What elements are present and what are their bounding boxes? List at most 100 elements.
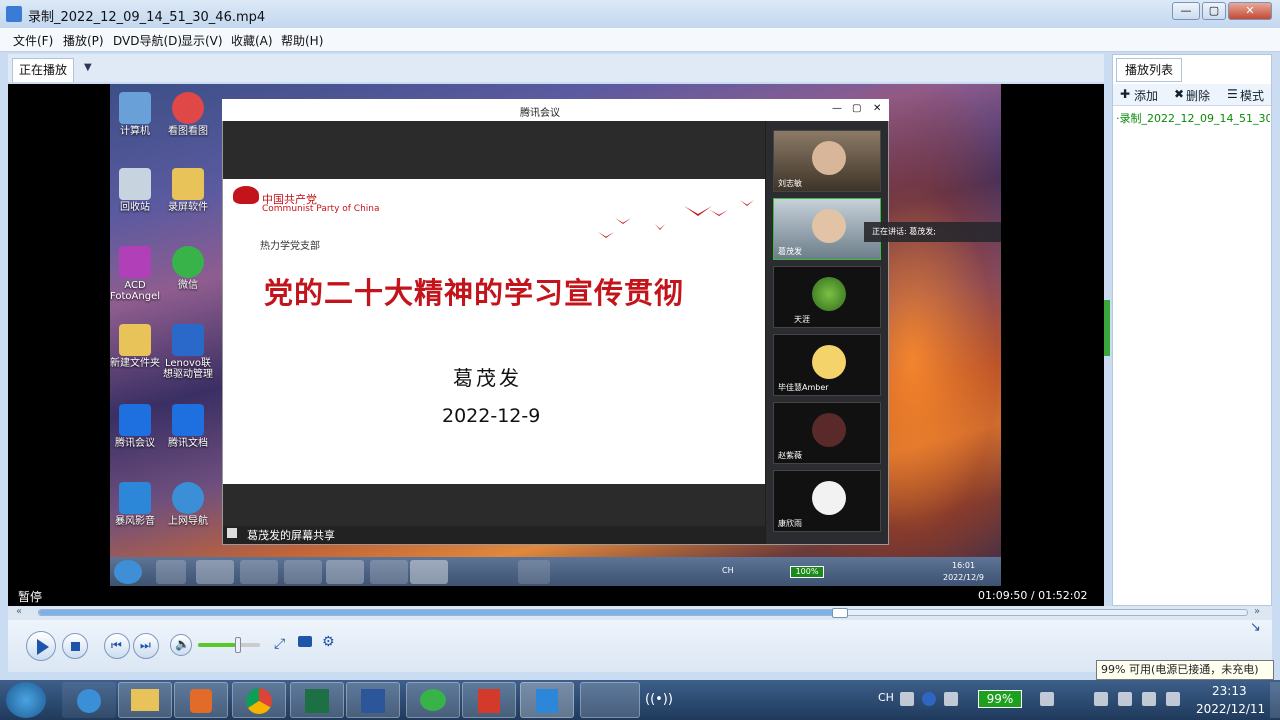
app-icon [6,6,22,22]
share-icon [227,528,237,538]
share-label: 葛茂发的屏幕共享 [247,529,335,542]
desktop-icon-acd: ACD FotoAngel [107,246,163,302]
party-name-en: Communist Party of China [262,204,380,214]
desktop-icon-recorder-folder: 录屏软件 [160,168,216,213]
taskbar-pdf-icon[interactable] [462,682,516,718]
taskbar-wireless-icon[interactable]: ((•)) [645,692,673,707]
participant-tile[interactable]: 刘志敏 [773,130,881,192]
shared-slide [223,179,765,484]
speaking-indicator: 正在讲话: 葛茂发; [864,222,1001,242]
maximize-button[interactable]: ▢ [1202,2,1226,20]
tray-power-icon[interactable] [1040,692,1054,706]
recorded-chrome-icon [284,560,322,584]
taskbar-ie-icon[interactable] [62,682,116,718]
tray-help-icon[interactable] [922,692,936,706]
playlist-delete-button[interactable]: 删除 [1186,87,1210,104]
seek-back-icon[interactable]: « [16,606,22,617]
seek-progress [39,610,841,615]
start-button[interactable] [6,682,46,718]
next-button[interactable]: ⏭ [133,633,159,659]
tray-volume-icon[interactable] [1118,692,1132,706]
tab-now-playing[interactable]: 正在播放 [12,58,74,82]
desktop-icon-computer: 计算机 [107,92,163,137]
tray-language[interactable]: CH [878,691,894,704]
minimize-button[interactable]: — [1172,2,1200,20]
stop-icon [71,642,80,651]
menu-dvd[interactable]: DVD导航(D) [113,32,182,49]
playlist-panel [1112,54,1272,606]
close-button[interactable]: ✕ [1228,2,1272,20]
party-flag-icon [233,186,259,204]
settings-gear-icon[interactable]: ⚙ [322,634,335,650]
tray-flag-icon[interactable] [1166,692,1180,706]
tab-playlist[interactable]: 播放列表 [1116,58,1182,82]
menu-favorites[interactable]: 收藏(A) [231,32,273,49]
taskbar-player-icon[interactable] [174,682,228,718]
tray-signal-icon[interactable] [1142,692,1156,706]
menu-file[interactable]: 文件(F) [13,32,53,49]
taskbar-excel-icon[interactable] [290,682,344,718]
volume-level [198,643,239,647]
participant-tile[interactable]: 康欣雨 [773,470,881,532]
recorded-player-icon [240,560,278,584]
recorded-clock-date: 2022/12/9 [943,573,985,582]
meeting-close-button[interactable]: ✕ [873,103,881,114]
tray-keyboard-icon[interactable] [900,692,914,706]
taskbar-baofeng-icon[interactable] [520,682,574,718]
seek-forward-icon[interactable]: » [1254,606,1260,617]
slide-letterbox-top [223,121,765,179]
show-desktop-button[interactable] [1270,682,1280,718]
desktop-icon-tencent-meeting: 腾讯会议 [107,404,163,449]
tray-battery-icon[interactable] [1094,692,1108,706]
stop-button[interactable] [62,633,88,659]
taskbar-clock-date[interactable]: 2022/12/11 [1196,702,1265,716]
play-button[interactable] [26,631,56,661]
participant-tile[interactable]: 赵紫薇 [773,402,881,464]
desktop-icon-recycle-bin: 回收站 [107,168,163,213]
playlist-mode-button[interactable]: 模式 [1240,87,1264,104]
desktop-icon-tencent-docs: 腾讯文档 [160,404,216,449]
recorded-meeting-icon [410,560,448,584]
taskbar-word-icon[interactable] [346,682,400,718]
cross-icon[interactable]: ✖ [1174,87,1184,101]
tab-dropdown-icon[interactable]: ▼ [84,62,92,73]
list-icon[interactable]: ☰ [1227,87,1238,101]
tray-battery-indicator[interactable]: 99% [978,690,1022,708]
window-title: 录制_2022_12_09_14_51_30_46.mp4 [28,10,266,25]
menu-view[interactable]: 显示(V) [181,32,223,49]
mini-mode-icon[interactable]: ↘ [1250,620,1261,635]
slide-letterbox-bottom [223,484,765,526]
seek-thumb[interactable] [832,608,849,618]
participant-tile[interactable]: 天涯 [773,266,881,328]
fullscreen-icon[interactable]: ⤢ [274,636,285,652]
playlist-add-button[interactable]: 添加 [1134,87,1158,104]
desktop-icon-browser: 上网导航 [160,482,216,527]
taskbar-network-meter[interactable] [580,682,640,718]
menu-play[interactable]: 播放(P) [63,32,104,49]
taskbar-explorer-icon[interactable] [118,682,172,718]
participant-tile[interactable]: 毕佳慧Amber [773,334,881,396]
recorded-network-icon [518,560,550,584]
previous-button[interactable]: ⏮ [104,633,130,659]
menu-help[interactable]: 帮助(H) [281,32,323,49]
taskbar-chrome-icon[interactable] [232,682,286,718]
playlist-item[interactable]: ·录制_2022_12_09_14_51_30_46.mp4 [1116,110,1270,126]
slide-presenter: 葛茂发 [453,366,522,390]
battery-tooltip: 99% 可用(电源已接通，未充电) [1096,660,1274,680]
plus-icon[interactable]: ✚ [1120,87,1130,101]
snapshot-icon[interactable] [298,636,312,647]
desktop-icon-image-viewer: 看图看图 [160,92,216,137]
tray-arrow-icon[interactable] [944,692,958,706]
mute-button[interactable]: 🔈 [170,634,192,656]
volume-thumb[interactable] [235,637,242,653]
slide-branch: 热力学党支部 [260,241,320,252]
taskbar-wechat-icon[interactable] [406,682,460,718]
desktop-icon-wechat: 微信 [160,246,216,291]
meeting-title: 腾讯会议 [520,108,560,119]
meeting-minimize-button[interactable]: — [832,103,842,114]
panel-splitter[interactable] [1104,300,1110,356]
recorded-start-icon [114,560,142,584]
meeting-maximize-button[interactable]: ▢ [852,103,861,114]
recorded-recorder-icon [370,560,408,584]
taskbar-clock-time[interactable]: 23:13 [1212,684,1247,698]
